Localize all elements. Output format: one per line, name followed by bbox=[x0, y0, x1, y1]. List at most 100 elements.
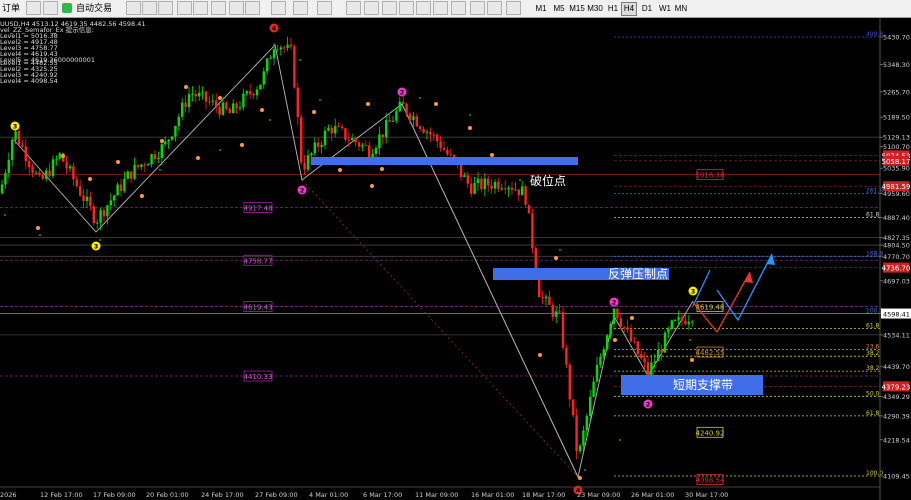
horizontal-line-icon[interactable] bbox=[399, 1, 414, 15]
candle-body bbox=[602, 349, 605, 358]
candle-body bbox=[109, 200, 112, 206]
minor-semafor-dot bbox=[578, 476, 582, 480]
candle-body bbox=[300, 116, 303, 163]
time-label: 18 Mar 17:00 bbox=[522, 491, 565, 499]
trendline-icon[interactable] bbox=[416, 1, 431, 15]
line-chart-icon[interactable] bbox=[158, 1, 173, 15]
crosshair-icon[interactable] bbox=[364, 1, 379, 15]
candle-body bbox=[232, 103, 235, 114]
trail-dot bbox=[99, 239, 101, 241]
candle-body bbox=[269, 58, 272, 60]
timeframe-h1[interactable]: H1 bbox=[605, 2, 621, 16]
candle-body bbox=[187, 94, 191, 108]
timeframe-w1[interactable]: W1 bbox=[657, 2, 673, 16]
candle-body bbox=[548, 296, 551, 305]
zoom-out-icon[interactable] bbox=[193, 1, 208, 15]
candle-body bbox=[398, 101, 401, 112]
trail-dot bbox=[469, 114, 471, 116]
fib-lower-label: 38.2 bbox=[866, 350, 880, 357]
candle-body bbox=[28, 161, 31, 168]
candle-body bbox=[313, 142, 316, 154]
fib-lower-label: 61.8 bbox=[866, 410, 880, 417]
timeframe-m5[interactable]: M5 bbox=[551, 2, 567, 16]
trail-dot bbox=[4, 214, 6, 216]
timeframe-d1[interactable]: D1 bbox=[639, 2, 655, 16]
axis-tick-label: 5189.50 bbox=[883, 114, 910, 122]
candle-body bbox=[92, 206, 95, 224]
candle-body bbox=[106, 205, 109, 217]
semafor-label: 3 bbox=[94, 243, 99, 251]
axis-tick-label: 4290.39 bbox=[883, 412, 910, 420]
candle-body bbox=[221, 102, 225, 115]
timeframe-m15[interactable]: M15 bbox=[568, 2, 586, 16]
candle-body bbox=[310, 153, 313, 156]
new-chart-icon[interactable] bbox=[26, 1, 41, 15]
candle-body bbox=[490, 185, 493, 189]
minor-semafor-dot bbox=[630, 316, 634, 320]
candle-body bbox=[191, 93, 194, 95]
axis-tick-label: 4109.45 bbox=[883, 473, 910, 481]
candle-body bbox=[402, 101, 405, 104]
bar-chart-icon[interactable] bbox=[126, 1, 141, 15]
autoscroll-icon[interactable] bbox=[245, 1, 260, 15]
autotrade-label: 自动交易 bbox=[76, 3, 113, 13]
trail-dot bbox=[519, 179, 521, 181]
candle-body bbox=[657, 349, 660, 362]
periods-icon[interactable] bbox=[293, 1, 308, 15]
text-tool-icon[interactable] bbox=[470, 1, 485, 15]
candle-body bbox=[4, 172, 7, 185]
candle-body bbox=[544, 296, 548, 299]
timeframe-h4[interactable]: H4 bbox=[621, 2, 637, 16]
arrows-menu-icon[interactable] bbox=[506, 1, 521, 15]
semafor-label: 3 bbox=[691, 288, 696, 296]
candle-body bbox=[7, 160, 10, 173]
price-chart[interactable]: 4917.484758.774619.434410.33499.8261.861… bbox=[0, 18, 911, 500]
timeframe-m1[interactable]: M1 bbox=[533, 2, 549, 16]
vertical-line-icon[interactable] bbox=[382, 1, 397, 15]
axis-tick-label: 5265.70 bbox=[883, 88, 910, 96]
metaeditor-icon[interactable] bbox=[43, 1, 58, 15]
candle-body bbox=[687, 321, 690, 325]
cursor-icon[interactable] bbox=[346, 1, 361, 15]
minor-semafor-dot bbox=[490, 153, 494, 157]
axis-tick-label: 4959.60 bbox=[883, 190, 910, 198]
candle-body bbox=[17, 131, 21, 145]
candlestick-icon[interactable] bbox=[142, 1, 157, 15]
autotrade-button[interactable]: 自动交易 bbox=[62, 2, 112, 15]
candle-body bbox=[449, 154, 452, 156]
label-tool-icon[interactable] bbox=[487, 1, 502, 15]
timeframe-mn[interactable]: MN bbox=[673, 2, 689, 16]
axis-tick-label: 4534.11 bbox=[883, 331, 910, 339]
candle-body bbox=[480, 178, 483, 190]
axis-tick-label: 4218.54 bbox=[883, 436, 910, 444]
candle-body bbox=[283, 47, 286, 49]
timeframe-m30[interactable]: M30 bbox=[586, 2, 604, 16]
level-box-label: 4917.48 bbox=[244, 205, 273, 213]
candle-body bbox=[320, 145, 323, 147]
zoom-in-icon[interactable] bbox=[177, 1, 192, 15]
axis-tick-label: 4697.03 bbox=[883, 277, 910, 285]
chart-shift-icon[interactable] bbox=[229, 1, 244, 15]
candle-body bbox=[599, 357, 602, 365]
candle-body bbox=[198, 92, 201, 97]
new-order-button[interactable]: 订单 bbox=[2, 2, 20, 15]
minor-semafor-dot bbox=[196, 156, 200, 160]
candle-body bbox=[476, 178, 480, 184]
tile-windows-icon[interactable] bbox=[211, 1, 226, 15]
candle-body bbox=[323, 130, 327, 146]
candle-body bbox=[262, 71, 265, 85]
candle-body bbox=[31, 167, 34, 173]
fib-lower-label: 50.0 bbox=[866, 390, 880, 397]
fibonacci-icon[interactable] bbox=[451, 1, 466, 15]
candle-body bbox=[215, 100, 218, 108]
templates-icon[interactable] bbox=[317, 1, 332, 15]
break-point-label: 破位点 bbox=[530, 173, 566, 188]
indicators-icon[interactable] bbox=[271, 1, 286, 15]
support-zone-label: 短期支撑带 bbox=[673, 377, 733, 392]
time-label: 23 Mar 09:00 bbox=[577, 491, 620, 499]
candle-body bbox=[381, 134, 384, 138]
candle-body bbox=[582, 430, 585, 446]
candle-body bbox=[524, 186, 527, 205]
candle-body bbox=[99, 210, 102, 223]
channel-icon[interactable] bbox=[433, 1, 448, 15]
